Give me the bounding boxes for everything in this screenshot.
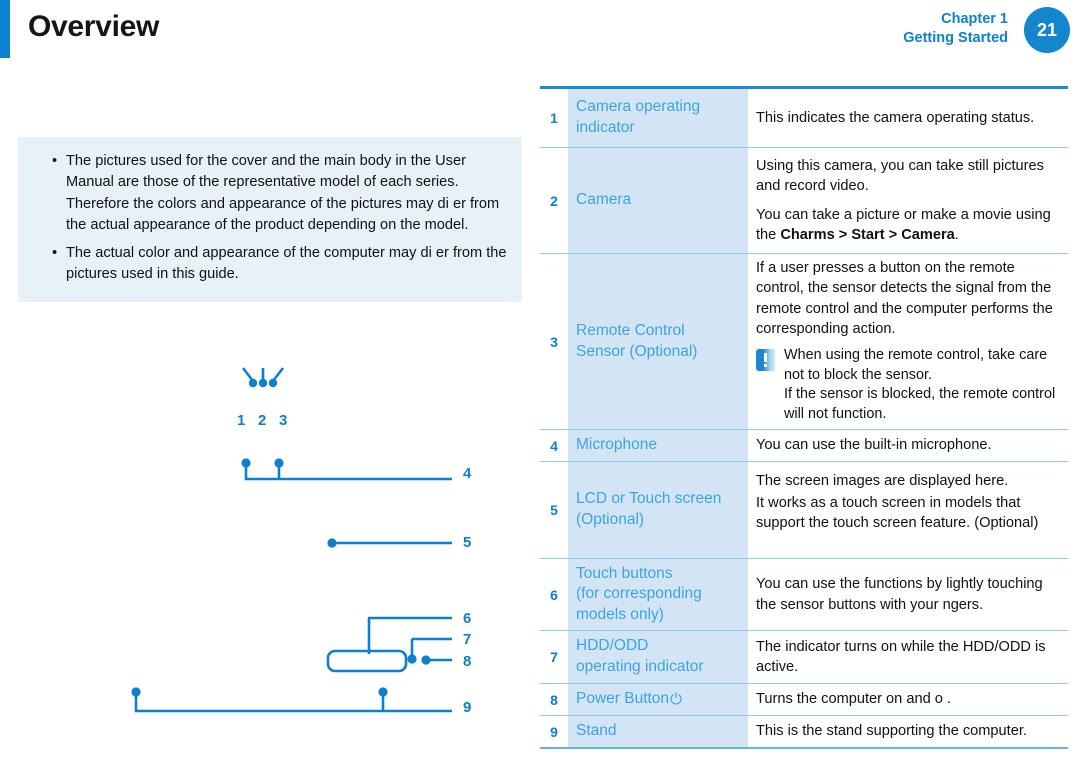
table-row: 3 Remote Control Sensor (Optional) If a … bbox=[540, 253, 1068, 429]
row-number: 4 bbox=[540, 430, 568, 461]
row-label: LCD or Touch screen (Optional) bbox=[568, 462, 748, 558]
row-label: Camera operating indicator bbox=[568, 89, 748, 147]
row-description: You can use the functions by lightly tou… bbox=[748, 559, 1068, 630]
callout-diagram bbox=[131, 367, 452, 713]
page-number-badge: 21 bbox=[1024, 7, 1070, 53]
row-number: 9 bbox=[540, 716, 568, 747]
row-label-line: Touch buttons bbox=[576, 564, 673, 582]
row-number: 6 bbox=[540, 559, 568, 630]
row-description: The screen images are displayed here. It… bbox=[748, 462, 1068, 558]
page-title: Overview bbox=[28, 10, 160, 43]
row-label: Camera bbox=[568, 148, 748, 253]
row-description: If a user presses a button on the remote… bbox=[748, 254, 1068, 429]
table-row: 2 Camera Using this camera, you can take… bbox=[540, 147, 1068, 253]
row-label: Microphone bbox=[568, 430, 748, 461]
row-label-line: LCD or Touch screen bbox=[576, 490, 722, 508]
callout-number-9: 9 bbox=[463, 699, 472, 716]
row-label-line: Power Button bbox=[576, 690, 670, 708]
description-text: Turns the computer on and o . bbox=[756, 691, 951, 708]
row-description: This indicates the camera operating stat… bbox=[748, 89, 1068, 147]
description-text: You can use the built-in microphone. bbox=[756, 437, 992, 454]
callout-number-6: 6 bbox=[463, 610, 472, 627]
row-label-line: Camera bbox=[576, 191, 632, 209]
row-label-line: Sensor (Optional) bbox=[576, 342, 698, 360]
description-segment: . bbox=[954, 226, 959, 243]
row-label-line: HDD/ODD bbox=[576, 637, 649, 655]
description-text: You can take a picture or make a movie u… bbox=[756, 205, 1066, 245]
row-number: 3 bbox=[540, 254, 568, 429]
row-description: You can use the built-in microphone. bbox=[748, 430, 1068, 461]
caution-text: When using the remote control, take care… bbox=[784, 346, 1066, 425]
row-number: 5 bbox=[540, 462, 568, 558]
description-emphasis: Charms > Start > Camera bbox=[780, 226, 955, 243]
chapter-label: Chapter 1 bbox=[941, 11, 1008, 27]
row-label-line: indicator bbox=[576, 119, 635, 136]
table-row: 7 HDD/ODD operating indicator The indica… bbox=[540, 630, 1068, 683]
row-label-line: Stand bbox=[576, 722, 617, 740]
row-label: Remote Control Sensor (Optional) bbox=[568, 254, 748, 429]
callout-number-3: 3 bbox=[279, 412, 288, 429]
row-description: Using this camera, you can take still pi… bbox=[748, 148, 1068, 253]
row-label-line: Remote Control bbox=[576, 321, 685, 339]
caution-note: When using the remote control, take care… bbox=[756, 346, 1066, 425]
description-text: This is the stand supporting the compute… bbox=[756, 723, 1027, 740]
row-description: Turns the computer on and o . bbox=[748, 684, 1068, 715]
row-number: 7 bbox=[540, 631, 568, 683]
left-column: • The pictures used for the cover and th… bbox=[0, 62, 540, 766]
row-description: This is the stand supporting the compute… bbox=[748, 716, 1068, 747]
caution-exclamation-icon bbox=[756, 348, 775, 371]
description-text: Using this camera, you can take still pi… bbox=[756, 158, 1044, 195]
callout-number-8: 8 bbox=[463, 653, 472, 670]
callout-number-4: 4 bbox=[463, 465, 472, 482]
section-label: Getting Started bbox=[903, 29, 1008, 46]
row-label: Touch buttons (for corresponding models … bbox=[568, 559, 748, 630]
spec-table: 1 Camera operating indicator This indica… bbox=[540, 86, 1068, 749]
table-row: 8 Power Button ⏻ Turns the computer on a… bbox=[540, 683, 1068, 715]
table-row: 6 Touch buttons (for corresponding model… bbox=[540, 558, 1068, 630]
page-header: Overview Chapter 1 Getting Started 21 bbox=[0, 0, 1080, 62]
caution-line: If the sensor is blocked, the remote con… bbox=[784, 386, 1056, 422]
row-label: HDD/ODD operating indicator bbox=[568, 631, 748, 683]
row-number: 2 bbox=[540, 148, 568, 253]
power-button-icon: ⏻ bbox=[670, 690, 682, 708]
row-label-line: models only) bbox=[576, 605, 664, 623]
row-number: 1 bbox=[540, 89, 568, 147]
callout-number-5: 5 bbox=[463, 534, 472, 551]
callout-number-1: 1 bbox=[237, 412, 246, 429]
description-text: The screen images are displayed here. bbox=[756, 473, 1009, 489]
table-row: 1 Camera operating indicator This indica… bbox=[540, 86, 1068, 147]
row-label: Stand bbox=[568, 716, 748, 747]
description-text: If a user presses a button on the remote… bbox=[756, 260, 1053, 337]
caution-line: When using the remote control, take care… bbox=[784, 346, 1048, 383]
row-label-line: Camera operating bbox=[576, 98, 701, 116]
callout-number-2: 2 bbox=[258, 412, 267, 429]
description-text: The indicator turns on while the HDD/ODD… bbox=[756, 638, 1046, 675]
description-text: It works as a touch screen in models tha… bbox=[756, 495, 1039, 532]
chapter-info: Chapter 1 Getting Started bbox=[903, 10, 1008, 47]
row-description: The indicator turns on while the HDD/ODD… bbox=[748, 631, 1068, 683]
description-text: You can use the functions by lightly tou… bbox=[756, 576, 1043, 613]
row-label-line: (Optional) bbox=[576, 511, 645, 528]
table-row: 9 Stand This is the stand supporting the… bbox=[540, 715, 1068, 749]
table-row: 4 Microphone You can use the built-in mi… bbox=[540, 429, 1068, 461]
row-label-line: (for corresponding bbox=[576, 585, 702, 603]
header-accent-bar bbox=[0, 0, 10, 58]
row-label-line: operating indicator bbox=[576, 658, 704, 675]
row-number: 8 bbox=[540, 684, 568, 715]
description-text: This indicates the camera operating stat… bbox=[756, 109, 1035, 126]
row-label-line: Microphone bbox=[576, 436, 657, 454]
row-label: Power Button ⏻ bbox=[568, 684, 748, 715]
callout-number-7: 7 bbox=[463, 631, 472, 648]
table-row: 5 LCD or Touch screen (Optional) The scr… bbox=[540, 461, 1068, 558]
